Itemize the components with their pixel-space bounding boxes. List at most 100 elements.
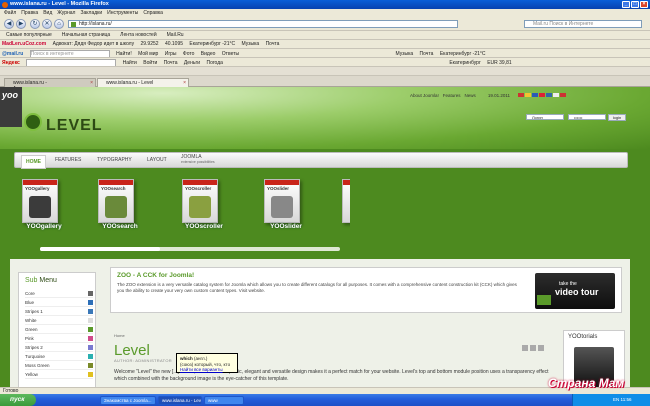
menu-tools[interactable]: Инструменты xyxy=(107,10,138,17)
toolbar-item[interactable]: Деньги xyxy=(184,60,200,66)
toolbar-item[interactable]: Почта xyxy=(266,41,280,47)
print-icon[interactable] xyxy=(530,345,536,351)
submenu-item[interactable]: Stripes 2 xyxy=(25,343,93,352)
site-logo[interactable]: LEVEL xyxy=(46,117,103,135)
language-indicator[interactable]: EN xyxy=(613,397,619,402)
toolbar-item[interactable]: Войти xyxy=(143,60,157,66)
toplink-news[interactable]: News xyxy=(465,93,476,98)
toolbar-item[interactable]: Найти xyxy=(123,60,137,66)
toolbar-item[interactable]: Погода xyxy=(206,60,222,66)
password-input[interactable]: •••••• xyxy=(568,114,606,120)
toolbar-item: EUR 39,81 xyxy=(487,60,512,66)
home-icon[interactable]: ⌂ xyxy=(54,19,64,29)
menu-item-typography[interactable]: TYPOGRAPHY xyxy=(97,157,132,163)
forward-icon[interactable]: ▶ xyxy=(16,19,26,29)
bookmark-item[interactable]: Самые популярные xyxy=(6,32,52,39)
menu-help[interactable]: Справка xyxy=(143,10,163,17)
menu-item-joomla[interactable]: JOOMLA extensive possibilities xyxy=(181,154,215,164)
menu-bookmarks[interactable]: Закладки xyxy=(80,10,102,17)
flag-icon[interactable] xyxy=(532,93,538,97)
submenu-item[interactable]: Yellow xyxy=(25,370,93,379)
toolbar-item[interactable]: Видео xyxy=(201,51,216,57)
submenu-item[interactable]: White xyxy=(25,316,93,325)
toplink-about[interactable]: About Joomla! xyxy=(410,93,439,98)
toolbar-item[interactable]: Мой мир xyxy=(138,51,158,57)
menu-edit[interactable]: Правка xyxy=(21,10,38,17)
menu-file[interactable]: Файл xyxy=(4,10,16,17)
showcase-scrollbar[interactable] xyxy=(40,247,340,251)
video-tour-banner[interactable]: take the video tour xyxy=(535,273,615,309)
submenu-item[interactable]: Blue xyxy=(25,298,93,307)
tab-level[interactable]: www.islana.ru - Level × xyxy=(97,78,189,87)
product-partial[interactable] xyxy=(338,173,350,235)
reload-icon[interactable]: ↻ xyxy=(30,19,40,29)
flag-icon[interactable] xyxy=(546,93,552,97)
product-yoosearch[interactable]: YOOsearch YOOsearch xyxy=(90,173,150,235)
submenu-item[interactable]: Moss Green xyxy=(25,361,93,370)
search-box[interactable]: Mail.ru Поиск в Интернете xyxy=(524,20,642,28)
menu-history[interactable]: Журнал xyxy=(57,10,75,17)
submenu-item[interactable]: Pink xyxy=(25,334,93,343)
laptop-icon xyxy=(537,295,551,305)
stop-icon[interactable]: ✕ xyxy=(42,19,52,29)
yoo-corner-logo[interactable]: yoo xyxy=(0,87,22,127)
login-input[interactable]: Логин xyxy=(526,114,564,120)
address-url: http://islana.ru/ xyxy=(79,21,112,27)
tooltip-link[interactable]: Найти все варианты xyxy=(180,367,223,372)
email-icon[interactable] xyxy=(538,345,544,351)
toolbar-item[interactable]: Музыка xyxy=(395,51,413,57)
close-button[interactable]: × xyxy=(640,1,648,8)
product-yooscroller[interactable]: YOOscroller YOOscroller xyxy=(174,173,234,235)
menu-item-features[interactable]: FEATURES xyxy=(55,157,81,163)
toolbar-item[interactable]: Найти! xyxy=(116,51,132,57)
bookmark-item[interactable]: Mail.Ru xyxy=(167,32,184,39)
start-button[interactable]: пуск xyxy=(0,394,36,406)
toolbar-item[interactable]: Игры xyxy=(165,51,177,57)
minimize-button[interactable]: _ xyxy=(622,1,630,8)
flag-icon[interactable] xyxy=(539,93,545,97)
close-tab-icon[interactable]: × xyxy=(90,80,93,86)
product-yooslider[interactable]: YOOslider YOOslider xyxy=(256,173,316,235)
toolbar-item[interactable]: Адвокат: Дядя Федор идет в школу xyxy=(53,41,135,47)
bookmark-item[interactable]: Начальная страница xyxy=(62,32,110,39)
flag-icon[interactable] xyxy=(560,93,566,97)
taskbar-item[interactable]: Знакомства с Joomla... xyxy=(100,396,156,405)
taskbar-item[interactable]: www xyxy=(204,396,244,405)
submenu-item[interactable]: Stripes 1 xyxy=(25,307,93,316)
toplink-features[interactable]: Features xyxy=(443,93,461,98)
firefox-icon xyxy=(2,2,8,8)
submenu-item[interactable]: Core xyxy=(25,289,93,298)
toolbar-item[interactable]: Ответы xyxy=(222,51,239,57)
menu-view[interactable]: Вид xyxy=(43,10,52,17)
menu-item-layout[interactable]: LAYOUT xyxy=(147,157,167,163)
tab-admin[interactable]: www.islana.ru - Администрирование× xyxy=(4,78,96,92)
maximize-button[interactable]: □ xyxy=(631,1,639,8)
menu-item-home[interactable]: HOME xyxy=(21,155,46,169)
back-icon[interactable]: ◀ xyxy=(4,19,14,29)
login-button[interactable]: login xyxy=(608,114,626,121)
ucoz-site[interactable]: MadLen.uCoz.com xyxy=(2,41,46,47)
product-box-label: YOOgallery xyxy=(25,186,50,191)
yandex-brand[interactable]: Яндекс xyxy=(2,60,20,66)
toolbar-item[interactable]: Музыка xyxy=(241,41,259,47)
taskbar-item[interactable]: www.islana.ru - Level... xyxy=(158,396,202,405)
scrollbar-thumb[interactable] xyxy=(40,247,160,251)
close-tab-icon[interactable]: × xyxy=(183,80,186,86)
address-bar[interactable]: http://islana.ru/ xyxy=(68,20,458,28)
flag-icon[interactable] xyxy=(518,93,524,97)
submenu-item[interactable]: Turquoise xyxy=(25,352,93,361)
flag-icon[interactable] xyxy=(553,93,559,97)
toolbar-item[interactable]: Фото xyxy=(183,51,195,57)
toolbar-item[interactable]: Почта xyxy=(164,60,178,66)
scroller-icon xyxy=(189,196,211,218)
bookmark-item[interactable]: Лента новостей xyxy=(120,32,156,39)
toolbar-item[interactable]: Почта xyxy=(420,51,434,57)
pdf-icon[interactable] xyxy=(522,345,528,351)
mailru-brand[interactable]: @mail.ru xyxy=(2,51,23,57)
submenu-item[interactable]: Green xyxy=(25,325,93,334)
color-swatch-icon xyxy=(88,354,93,359)
flag-icon[interactable] xyxy=(525,93,531,97)
mailru-search-input[interactable]: Поиск в интернете xyxy=(29,50,110,57)
breadcrumb[interactable]: Home xyxy=(114,333,125,338)
product-yoogallery[interactable]: YOOgallery YOOgallery xyxy=(14,173,74,235)
